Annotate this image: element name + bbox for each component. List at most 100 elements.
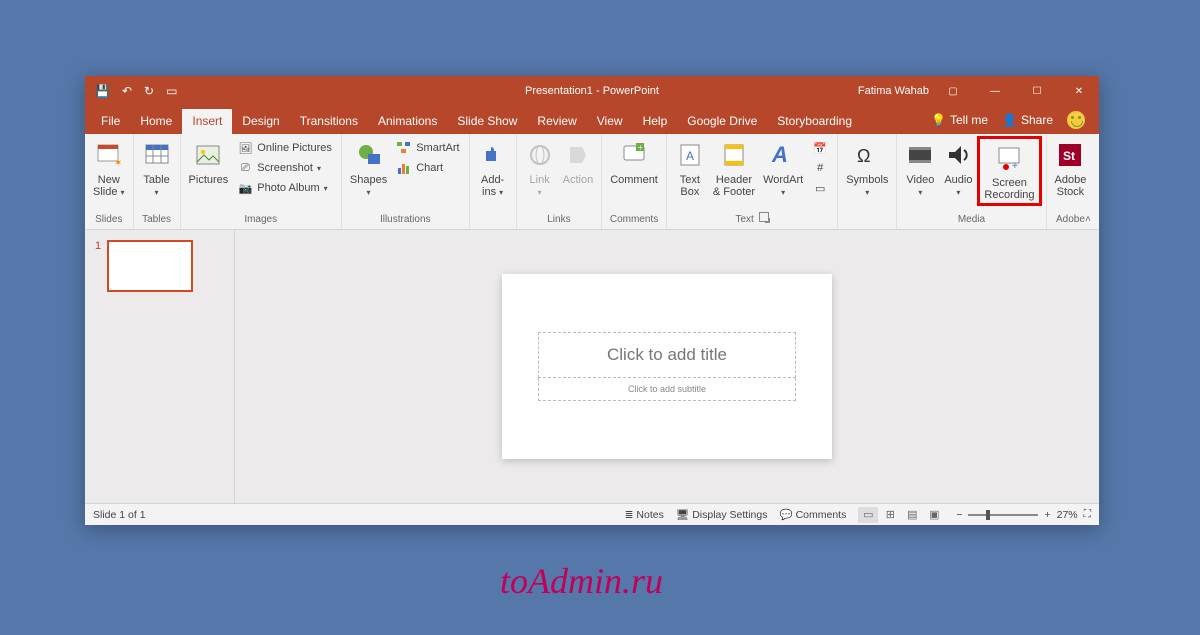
feedback-smiley-icon[interactable] bbox=[1067, 111, 1085, 129]
display-settings-button[interactable]: 🖥Display Settings bbox=[676, 508, 768, 521]
tab-googledrive[interactable]: Google Drive bbox=[677, 109, 767, 134]
subtitle-placeholder[interactable]: Click to add subtitle bbox=[538, 378, 795, 401]
slide-number-button[interactable]: # bbox=[809, 158, 831, 178]
addins-button[interactable]: Add- ins ▾ bbox=[474, 136, 512, 201]
tab-review[interactable]: Review bbox=[527, 109, 586, 134]
title-placeholder[interactable]: Click to add title bbox=[538, 332, 795, 378]
undo-icon[interactable]: ↶ bbox=[122, 84, 132, 98]
save-icon[interactable]: 💾 bbox=[95, 84, 110, 98]
group-links-label: Links bbox=[521, 212, 598, 227]
adobe-stock-button[interactable]: St Adobe Stock bbox=[1051, 136, 1091, 200]
start-from-beginning-icon[interactable]: ▭ bbox=[166, 84, 177, 98]
header-footer-button[interactable]: Header & Footer bbox=[709, 136, 759, 200]
online-pictures-label: Online Pictures bbox=[257, 142, 332, 154]
comment-button[interactable]: + Comment bbox=[606, 136, 662, 188]
zoom-in-button[interactable]: + bbox=[1044, 509, 1050, 521]
tab-slideshow[interactable]: Slide Show bbox=[447, 109, 527, 134]
minimize-button[interactable]: — bbox=[977, 76, 1013, 106]
object-button[interactable]: ▭ bbox=[809, 178, 831, 198]
group-illustrations: Shapes▾ SmartArt Chart Illustrations bbox=[342, 134, 470, 229]
group-comments-label: Comments bbox=[606, 212, 662, 227]
app-window: 💾 ↶ ↻ ▭ Presentation1 - PowerPoint Fatim… bbox=[85, 76, 1099, 525]
sorter-view-button[interactable]: ⊞ bbox=[880, 507, 900, 523]
zoom-thumb[interactable] bbox=[986, 510, 990, 520]
tab-insert[interactable]: Insert bbox=[182, 109, 232, 134]
zoom-out-button[interactable]: − bbox=[956, 509, 962, 521]
pictures-button[interactable]: Pictures bbox=[185, 136, 233, 188]
smartart-icon bbox=[396, 140, 412, 156]
addins-icon bbox=[481, 138, 505, 172]
chevron-down-icon: ▾ bbox=[956, 188, 960, 197]
group-links: Link▾ Action Links bbox=[517, 134, 603, 229]
screen-recording-button[interactable]: + Screen Recording bbox=[977, 136, 1041, 206]
notes-button[interactable]: ≣Notes bbox=[625, 509, 664, 521]
svg-text:St: St bbox=[1063, 149, 1075, 163]
link-label: Link bbox=[530, 174, 550, 186]
tell-me-search[interactable]: 💡Tell me bbox=[931, 113, 988, 127]
fit-to-window-button[interactable]: ⛶ bbox=[1084, 508, 1091, 521]
tab-transitions[interactable]: Transitions bbox=[290, 109, 368, 134]
tab-home[interactable]: Home bbox=[130, 109, 182, 134]
redo-icon[interactable]: ↻ bbox=[144, 84, 154, 98]
date-time-button[interactable]: 📅 bbox=[809, 138, 831, 158]
svg-text:+: + bbox=[638, 143, 643, 152]
new-slide-button[interactable]: ✶ New Slide ▾ bbox=[89, 136, 129, 201]
reading-view-button[interactable]: ▤ bbox=[902, 507, 922, 523]
close-button[interactable]: ✕ bbox=[1061, 76, 1097, 106]
adobe-stock-icon: St bbox=[1057, 138, 1083, 172]
zoom-percent[interactable]: 27% bbox=[1057, 509, 1078, 521]
collapse-ribbon-button[interactable]: ˄ bbox=[1085, 214, 1091, 225]
slide-canvas[interactable]: Click to add title Click to add subtitle bbox=[502, 274, 832, 459]
svg-text:A: A bbox=[771, 142, 788, 167]
wordart-button[interactable]: A WordArt▾ bbox=[759, 136, 807, 201]
tab-file[interactable]: File bbox=[91, 109, 130, 134]
comment-icon: + bbox=[621, 138, 647, 172]
share-label: Share bbox=[1021, 113, 1053, 127]
online-pictures-button[interactable]: 🖼Online Pictures bbox=[234, 138, 335, 158]
screenshot-button[interactable]: ⎚Screenshot ▾ bbox=[234, 158, 335, 178]
share-button[interactable]: 👤 Share bbox=[1002, 113, 1053, 127]
dialog-launcher-icon[interactable] bbox=[759, 212, 769, 222]
video-label: Video bbox=[906, 174, 934, 186]
shapes-button[interactable]: Shapes▾ bbox=[346, 136, 391, 201]
video-button[interactable]: Video▾ bbox=[901, 136, 939, 201]
table-icon bbox=[144, 138, 170, 172]
tab-animations[interactable]: Animations bbox=[368, 109, 447, 134]
tab-design[interactable]: Design bbox=[232, 109, 289, 134]
action-label: Action bbox=[563, 174, 594, 186]
smartart-button[interactable]: SmartArt bbox=[393, 138, 462, 158]
textbox-button[interactable]: A Text Box bbox=[671, 136, 709, 200]
table-button[interactable]: Table▾ bbox=[138, 136, 176, 201]
tab-storyboarding[interactable]: Storyboarding bbox=[767, 109, 862, 134]
slide-thumbnail[interactable] bbox=[107, 240, 193, 292]
normal-view-button[interactable]: ▭ bbox=[858, 507, 878, 523]
audio-button[interactable]: Audio▾ bbox=[939, 136, 977, 201]
thumbnail-number: 1 bbox=[95, 240, 101, 292]
zoom-slider[interactable] bbox=[968, 514, 1038, 516]
tab-help[interactable]: Help bbox=[633, 109, 678, 134]
user-name[interactable]: Fatima Wahab bbox=[858, 85, 929, 97]
slide-editor[interactable]: Click to add title Click to add subtitle bbox=[235, 230, 1099, 503]
shapes-label: Shapes bbox=[350, 174, 387, 186]
comments-status-button[interactable]: 💬Comments bbox=[780, 508, 847, 521]
symbols-icon: Ω bbox=[854, 138, 880, 172]
photo-album-button[interactable]: 📷Photo Album ▾ bbox=[234, 178, 335, 198]
symbols-button[interactable]: Ω Symbols▾ bbox=[842, 136, 892, 201]
share-icon: 👤 bbox=[1002, 113, 1017, 127]
maximize-button[interactable]: ☐ bbox=[1019, 76, 1055, 106]
chart-button[interactable]: Chart bbox=[393, 158, 462, 178]
slideshow-view-button[interactable]: ▣ bbox=[924, 507, 944, 523]
header-footer-icon bbox=[722, 138, 746, 172]
action-button[interactable]: Action bbox=[559, 136, 598, 188]
group-symbols: Ω Symbols▾ bbox=[838, 134, 897, 229]
ribbon-tabs: File Home Insert Design Transitions Anim… bbox=[85, 106, 1099, 134]
group-media-label: Media bbox=[901, 212, 1041, 227]
photo-album-label: Photo Album bbox=[257, 182, 319, 194]
tab-view[interactable]: View bbox=[587, 109, 633, 134]
group-slides: ✶ New Slide ▾ Slides bbox=[85, 134, 134, 229]
ribbon-options-button[interactable]: ▢ bbox=[935, 76, 971, 106]
screenshot-icon: ⎚ bbox=[237, 160, 253, 176]
thumbnail-pane[interactable]: 1 bbox=[85, 230, 235, 503]
chevron-down-icon: ▾ bbox=[317, 164, 321, 173]
link-button[interactable]: Link▾ bbox=[521, 136, 559, 201]
